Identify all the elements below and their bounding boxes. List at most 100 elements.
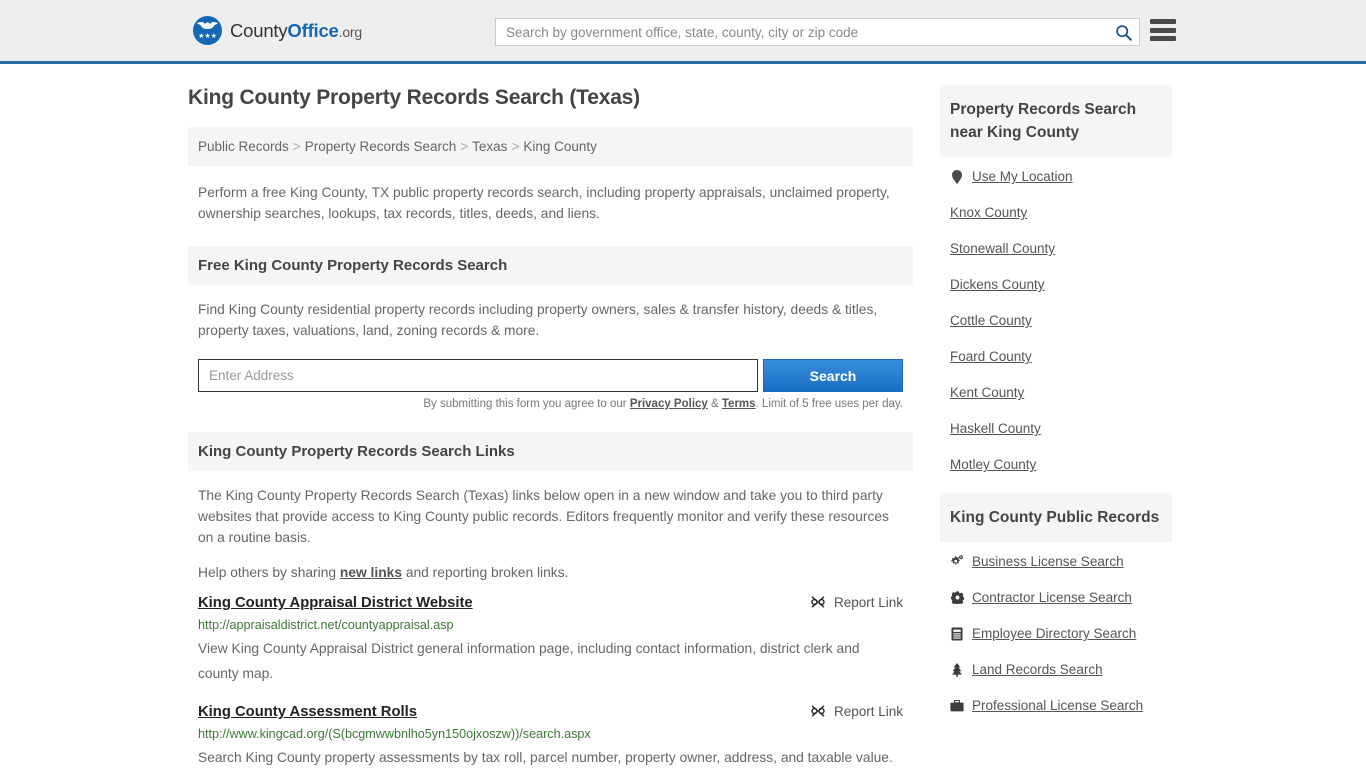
sidebar-link-label[interactable]: Business License Search [972, 554, 1124, 569]
broken-link-icon [811, 596, 825, 608]
result-header: King County Appraisal District Website R… [198, 593, 903, 613]
sidebar-link-label[interactable]: Dickens County [950, 277, 1045, 292]
sidebar-item-business-license-search[interactable]: Business License Search [950, 554, 1162, 569]
breadcrumb-item-public-records[interactable]: Public Records [198, 139, 289, 154]
sidebar-item-professional-license-search[interactable]: Professional License Search [950, 698, 1162, 713]
sidebar-item-haskell-county[interactable]: Haskell County [950, 421, 1162, 436]
sidebar-item-land-records-search[interactable]: Land Records Search [950, 662, 1162, 677]
result-url: http://appraisaldistrict.net/countyappra… [198, 618, 454, 632]
brand-part-1: County [230, 19, 288, 41]
free-search-body: Find King County residential property re… [188, 285, 913, 341]
search-links-paragraph-1: The King County Property Records Search … [198, 488, 889, 545]
site-logo[interactable]: ★★★ CountyOffice.org [193, 16, 362, 45]
free-search-description: Find King County residential property re… [198, 302, 878, 338]
hamburger-bar [1150, 19, 1176, 24]
disclaimer-suffix: . Limit of 5 free uses per day. [755, 398, 903, 410]
search-links-paragraph-2: Help others by sharing new links and rep… [198, 562, 903, 583]
public-records-list: Business License Search Contractor Licen… [940, 542, 1172, 713]
tree-icon [950, 662, 964, 677]
hamburger-menu-icon[interactable] [1150, 19, 1176, 41]
privacy-policy-link[interactable]: Privacy Policy [630, 398, 708, 410]
brand-wordmark: CountyOffice.org [230, 20, 362, 42]
result-title-link[interactable]: King County Assessment Rolls [198, 702, 417, 722]
sidebar-link-label[interactable]: Employee Directory Search [972, 626, 1136, 641]
free-search-heading: Free King County Property Records Search [188, 246, 913, 285]
breadcrumb: Public Records > Property Records Search > T… [188, 127, 913, 166]
sidebar-link-label[interactable]: Stonewall County [950, 241, 1055, 256]
result-title-link[interactable]: King County Appraisal District Website [198, 593, 473, 613]
sidebar-link-label[interactable]: Professional License Search [972, 698, 1143, 713]
address-search-form: Search [188, 359, 913, 392]
nearby-search-heading: Property Records Search near King County [940, 85, 1172, 157]
disclaimer-amp: & [707, 398, 722, 410]
new-links-link[interactable]: new links [340, 565, 402, 580]
sidebar-item-use-my-location[interactable]: Use My Location [950, 169, 1162, 184]
page-title: King County Property Records Search (Tex… [188, 86, 640, 109]
broken-link-icon [811, 705, 825, 717]
sidebar-item-motley-county[interactable]: Motley County [950, 457, 1162, 472]
sidebar-link-label[interactable]: Use My Location [972, 169, 1073, 184]
sidebar-link-label[interactable]: Motley County [950, 457, 1036, 472]
sidebar: Property Records Search near King County… [940, 85, 1172, 768]
sidebar-link-label[interactable]: Foard County [950, 349, 1032, 364]
disclaimer-prefix: By submitting this form you agree to our [423, 398, 630, 410]
public-records-panel: King County Public Records Business Lice… [940, 493, 1172, 713]
share-suffix: and reporting broken links. [402, 565, 569, 580]
share-prefix: Help others by sharing [198, 565, 340, 580]
search-links-panel: King County Property Records Search Link… [188, 432, 913, 768]
map-pin-icon [950, 169, 964, 184]
id-card-icon [950, 627, 964, 641]
address-search-button[interactable]: Search [763, 359, 903, 392]
breadcrumb-item-king-county[interactable]: King County [523, 139, 597, 154]
sidebar-item-employee-directory-search[interactable]: Employee Directory Search [950, 626, 1162, 641]
report-link-label: Report Link [833, 703, 903, 719]
nearby-search-panel: Property Records Search near King County… [940, 85, 1172, 472]
page-body: King County Property Records Search (Tex… [0, 64, 1366, 768]
breadcrumb-separator: > [511, 139, 520, 154]
terms-link[interactable]: Terms [722, 398, 756, 410]
breadcrumb-item-texas[interactable]: Texas [472, 139, 507, 154]
sidebar-link-label[interactable]: Haskell County [950, 421, 1041, 436]
brand-part-2: Office [287, 19, 339, 41]
form-disclaimer: By submitting this form you agree to our… [188, 398, 913, 410]
sidebar-link-label[interactable]: Knox County [950, 205, 1027, 220]
sidebar-item-contractor-license-search[interactable]: Contractor License Search [950, 590, 1162, 605]
sidebar-link-label[interactable]: Cottle County [950, 313, 1032, 328]
sidebar-item-dickens-county[interactable]: Dickens County [950, 277, 1162, 292]
nearby-county-list: Use My Location Knox County Stonewall Co… [940, 157, 1172, 472]
sidebar-item-knox-county[interactable]: Knox County [950, 205, 1162, 220]
stars-icon: ★★★ [198, 33, 217, 40]
sidebar-link-label[interactable]: Land Records Search [972, 662, 1103, 677]
sidebar-item-kent-county[interactable]: Kent County [950, 385, 1162, 400]
page-lead-description: Perform a free King County, TX public pr… [198, 185, 890, 221]
breadcrumb-separator: > [292, 139, 301, 154]
address-input[interactable] [198, 359, 759, 392]
report-link-button[interactable]: Report Link [810, 703, 903, 719]
search-input[interactable] [496, 19, 1107, 45]
list-item: King County Appraisal District Website R… [188, 593, 913, 686]
search-links-heading: King County Property Records Search Link… [188, 432, 913, 471]
gears-icon [950, 555, 964, 568]
sidebar-link-label[interactable]: Kent County [950, 385, 1024, 400]
global-search-bar[interactable] [495, 18, 1140, 46]
result-header: King County Assessment Rolls Report Link [198, 702, 903, 722]
result-url: http://www.kingcad.org/(S(bcgmwwbnlho5yn… [198, 727, 591, 741]
search-links-intro: The King County Property Records Search … [188, 471, 913, 583]
briefcase-icon [950, 699, 964, 712]
report-link-label: Report Link [833, 594, 903, 610]
search-submit-button[interactable] [1107, 19, 1139, 45]
breadcrumb-item-property-records-search[interactable]: Property Records Search [305, 139, 457, 154]
main-column: King County Property Records Search (Tex… [188, 85, 913, 768]
result-description: View King County Appraisal District gene… [198, 641, 860, 681]
search-icon [1115, 24, 1132, 41]
gear-icon [950, 591, 964, 604]
sidebar-link-label[interactable]: Contractor License Search [972, 590, 1132, 605]
sidebar-item-stonewall-county[interactable]: Stonewall County [950, 241, 1162, 256]
sidebar-item-foard-county[interactable]: Foard County [950, 349, 1162, 364]
report-link-button[interactable]: Report Link [810, 594, 903, 610]
breadcrumb-separator: > [460, 139, 469, 154]
site-header: ★★★ CountyOffice.org [0, 0, 1366, 64]
list-item: King County Assessment Rolls Report Link… [188, 702, 913, 768]
sidebar-item-cottle-county[interactable]: Cottle County [950, 313, 1162, 328]
hamburger-bar [1150, 36, 1176, 41]
